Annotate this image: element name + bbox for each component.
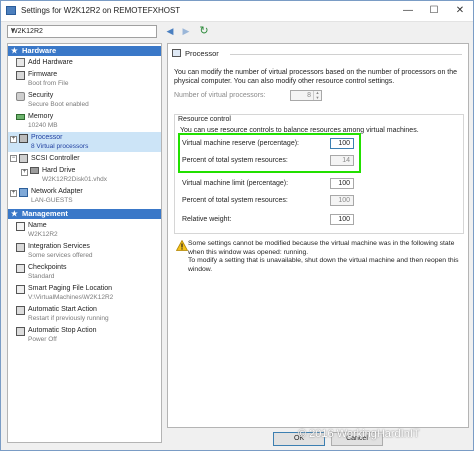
- processor-icon: [172, 49, 181, 57]
- settings-app-icon: [6, 6, 16, 15]
- firmware-chip-icon: [16, 71, 25, 80]
- weight-input[interactable]: 100: [330, 214, 354, 225]
- header-divider: [230, 54, 462, 55]
- tree-item-add-hardware[interactable]: Add Hardware: [8, 57, 161, 68]
- name-icon: [16, 222, 25, 231]
- checkpoints-icon: [16, 264, 25, 273]
- back-arrow-icon[interactable]: ◀: [163, 25, 177, 38]
- reserve-input[interactable]: 100: [330, 138, 354, 149]
- percent-limit-label: Percent of total system resources:: [182, 197, 288, 204]
- tree-item-hard-drive[interactable]: + Hard Drive W2K12R2Disk01.vhdx: [8, 165, 161, 185]
- chevron-down-icon: ▾: [11, 27, 15, 34]
- security-lock-icon: [16, 92, 25, 101]
- warning-message: Some settings cannot be modified because…: [188, 240, 460, 274]
- resource-control-title: Resource control: [178, 116, 231, 123]
- tree-item-scsi-controller[interactable]: − SCSI Controller: [8, 153, 161, 164]
- tree-item-name[interactable]: Name W2K12R2: [8, 220, 161, 240]
- weight-label: Relative weight:: [182, 216, 232, 223]
- title-bar: Settings for W2K12R2 on REMOTEFXHOST — ☐…: [1, 1, 473, 22]
- warning-line-1: Some settings cannot be modified because…: [188, 240, 455, 256]
- tree-item-automatic-start-action[interactable]: Automatic Start Action Restart if previo…: [8, 304, 161, 324]
- collapse-arrow-icon: ★: [11, 46, 18, 55]
- tree-item-checkpoints[interactable]: Checkpoints Standard: [8, 262, 161, 282]
- expand-icon[interactable]: +: [10, 190, 17, 197]
- percent-reserve-label: Percent of total system resources:: [182, 157, 288, 164]
- automatic-start-icon: [16, 306, 25, 315]
- reserve-label: Virtual machine reserve (percentage):: [182, 140, 299, 147]
- limit-input[interactable]: 100: [330, 178, 354, 189]
- hard-drive-icon: [30, 167, 39, 174]
- forward-arrow-icon[interactable]: ▶: [179, 25, 193, 38]
- processor-title: Processor: [185, 49, 219, 58]
- tree-item-security[interactable]: Security Secure Boot enabled: [8, 90, 161, 110]
- percent-reserve-value: 14: [330, 155, 354, 166]
- minimize-button[interactable]: —: [395, 1, 421, 21]
- expand-icon[interactable]: +: [10, 136, 17, 143]
- processor-icon: [19, 134, 28, 143]
- network-adapter-icon: [19, 188, 28, 197]
- tree-item-automatic-stop-action[interactable]: Automatic Stop Action Power Off: [8, 325, 161, 345]
- processor-header: Processor: [172, 48, 464, 59]
- tree-item-processor[interactable]: + Processor 8 Virtual processors: [8, 132, 161, 152]
- limit-label: Virtual machine limit (percentage):: [182, 180, 289, 187]
- settings-tree: ★ Hardware Add Hardware Firmware Boot fr…: [7, 43, 162, 443]
- watermark: © 2016 WorkingHardInIT: [298, 428, 420, 440]
- tree-item-memory[interactable]: Memory 10240 MB: [8, 111, 161, 131]
- refresh-icon[interactable]: ↻: [197, 25, 211, 38]
- hardware-section-header[interactable]: ★ Hardware: [8, 46, 161, 56]
- num-vprocs-stepper[interactable]: 8 ▲ ▼: [290, 90, 322, 101]
- maximize-button[interactable]: ☐: [421, 1, 447, 21]
- smart-paging-icon: [16, 285, 25, 294]
- percent-limit-value: 100: [330, 195, 354, 206]
- window-title: Settings for W2K12R2 on REMOTEFXHOST: [21, 6, 181, 15]
- scsi-controller-icon: [19, 154, 28, 163]
- settings-window: Settings for W2K12R2 on REMOTEFXHOST — ☐…: [0, 0, 474, 451]
- processor-settings-pane: Processor You can modify the number of v…: [167, 43, 469, 428]
- tree-item-integration-services[interactable]: Integration Services Some services offer…: [8, 241, 161, 261]
- toolbar: W2K12R2 ▾ ◀ ▶ ↻: [1, 22, 473, 40]
- add-hardware-icon: [16, 58, 25, 67]
- processor-description: You can modify the number of virtual pro…: [174, 69, 458, 85]
- integration-services-icon: [16, 243, 25, 252]
- warning-line-2: To modify a setting that is unavailable,…: [188, 257, 459, 273]
- management-section-header[interactable]: ★ Management: [8, 209, 161, 219]
- vm-select-dropdown[interactable]: W2K12R2 ▾: [7, 25, 157, 38]
- collapse-icon[interactable]: −: [10, 155, 17, 162]
- spinner-arrows-icon[interactable]: ▲ ▼: [313, 90, 321, 100]
- tree-item-network-adapter[interactable]: + Network Adapter LAN-GUESTS: [8, 186, 161, 206]
- tree-item-firmware[interactable]: Firmware Boot from File: [8, 69, 161, 89]
- num-vprocs-value: 8: [307, 92, 311, 99]
- close-button[interactable]: ✕: [447, 1, 473, 21]
- tree-item-smart-paging[interactable]: Smart Paging File Location V:\VirtualMac…: [8, 283, 161, 303]
- collapse-arrow-icon: ★: [11, 209, 18, 218]
- memory-icon: [16, 114, 25, 120]
- num-vprocs-label: Number of virtual processors:: [174, 92, 266, 99]
- expand-icon[interactable]: +: [21, 169, 28, 176]
- automatic-stop-icon: [16, 327, 25, 336]
